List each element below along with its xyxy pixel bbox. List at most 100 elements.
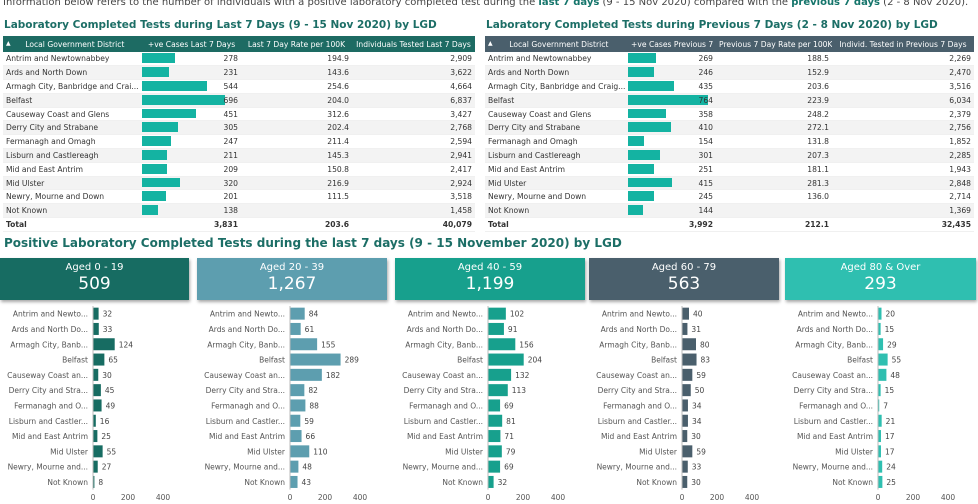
bar[interactable]	[290, 475, 298, 488]
table-row[interactable]: Fermanagh and Omagh 154 131.8 1,852	[485, 134, 974, 150]
table-row[interactable]: Mid Ulster 415 281.3 2,848	[485, 176, 974, 191]
bar[interactable]	[290, 460, 299, 473]
table-row[interactable]: Newry, Mourne and Down 201 111.5 3,518	[3, 189, 475, 205]
bar[interactable]	[488, 445, 502, 458]
bar[interactable]	[488, 353, 524, 366]
column-header[interactable]: ▲ Local Government District	[485, 36, 628, 52]
bar[interactable]	[682, 384, 691, 397]
table-row[interactable]: Lisburn and Castlereagh 301 207.3 2,285	[485, 148, 974, 163]
table-row[interactable]: Derry City and Strabane 410 272.1 2,756	[485, 120, 974, 136]
table-row[interactable]: Not Known 138 1,458	[3, 203, 475, 219]
bar[interactable]	[93, 353, 105, 366]
table-row[interactable]: Causeway Coast and Glens 451 312.6 3,427	[3, 107, 475, 122]
bar[interactable]	[488, 414, 503, 427]
bar[interactable]	[290, 445, 310, 458]
bar[interactable]	[488, 368, 512, 381]
age-card[interactable]: Aged 60 - 79 563	[589, 258, 779, 300]
bar[interactable]	[290, 399, 306, 412]
category-label: Armagh City, Banb...	[207, 340, 285, 349]
table-row[interactable]: Fermanagh and Omagh 247 211.4 2,594	[3, 134, 475, 150]
cases-bar-cell: 201	[142, 189, 241, 205]
bar[interactable]	[682, 445, 693, 458]
bar[interactable]	[682, 353, 697, 366]
bar[interactable]	[290, 384, 305, 397]
table-row[interactable]: Not Known 144 1,369	[485, 203, 974, 219]
bar[interactable]	[290, 414, 301, 427]
bar[interactable]	[682, 475, 688, 488]
age-card[interactable]: Aged 0 - 19 509	[0, 258, 189, 300]
bar[interactable]	[682, 430, 688, 443]
age-card[interactable]: Aged 40 - 59 1,199	[395, 258, 585, 300]
column-header[interactable]: Individuals Tested Last 7 Days	[352, 36, 475, 52]
table-row[interactable]: Mid Ulster 320 216.9 2,924	[3, 176, 475, 191]
bar-value-label: 124	[119, 340, 134, 349]
bar-value-label: 30	[102, 371, 112, 380]
bar[interactable]	[93, 307, 99, 320]
bar[interactable]	[290, 353, 341, 366]
bar[interactable]	[488, 322, 504, 335]
bar[interactable]	[93, 384, 101, 397]
bar[interactable]	[682, 322, 688, 335]
table-row[interactable]: Belfast 696 204.0 6,837	[3, 93, 475, 108]
bar[interactable]	[93, 399, 102, 412]
bar[interactable]	[682, 338, 696, 351]
bar[interactable]	[488, 338, 516, 351]
bar[interactable]	[878, 368, 887, 381]
bar[interactable]	[93, 430, 98, 443]
table-row[interactable]: Antrim and Newtownabbey 269 188.5 2,269	[485, 52, 974, 67]
column-header[interactable]: +ve Cases Previous 7 Days	[628, 36, 716, 52]
bar[interactable]	[488, 307, 506, 320]
bar[interactable]	[682, 368, 693, 381]
value-cell	[716, 203, 832, 219]
bar[interactable]	[93, 338, 115, 351]
table-row[interactable]: Mid and East Antrim 209 150.8 2,417	[3, 162, 475, 177]
column-header[interactable]: +ve Cases Last 7 Days	[142, 36, 241, 52]
bar[interactable]	[488, 430, 501, 443]
bar[interactable]	[290, 338, 318, 351]
table-row[interactable]: Derry City and Strabane 305 202.4 2,768	[3, 120, 475, 136]
table-row[interactable]: Ards and North Down 246 152.9 2,470	[485, 65, 974, 81]
bar[interactable]	[93, 368, 99, 381]
age-card[interactable]: Aged 20 - 39 1,267	[197, 258, 387, 300]
column-header[interactable]: Individ. Tested in Previous 7 Days	[832, 36, 974, 52]
bar[interactable]	[878, 475, 883, 488]
table-row[interactable]: Causeway Coast and Glens 358 248.2 2,379	[485, 107, 974, 122]
column-header[interactable]: Previous 7 Day Rate per 100K	[716, 36, 832, 52]
value-cell: 281.3	[716, 176, 832, 191]
bar[interactable]	[878, 353, 888, 366]
sort-ascending-icon[interactable]: ▲	[488, 40, 493, 47]
bar[interactable]	[488, 399, 501, 412]
sort-ascending-icon[interactable]: ▲	[6, 40, 11, 47]
bar[interactable]	[290, 307, 305, 320]
table-row[interactable]: Antrim and Newtownabbey 278 194.9 2,909	[3, 52, 475, 67]
bar[interactable]	[488, 475, 494, 488]
bar[interactable]	[290, 322, 301, 335]
bar[interactable]	[878, 414, 882, 427]
bar[interactable]	[878, 338, 884, 351]
table-row[interactable]: Armagh City, Banbridge and Craig... 435 20…	[485, 79, 974, 94]
table-row[interactable]: Mid and East Antrim 251 181.1 1,943	[485, 162, 974, 177]
table-row[interactable]: Belfast 764 223.9 6,034	[485, 93, 974, 108]
bar[interactable]	[290, 368, 322, 381]
bar[interactable]	[682, 460, 688, 473]
column-header[interactable]: ▲ Local Government District	[3, 36, 142, 52]
bar[interactable]	[93, 322, 99, 335]
value-cell: 2,269	[832, 52, 974, 67]
table-row[interactable]: Newry, Mourne and Down 245 136.0 2,714	[485, 189, 974, 205]
bar[interactable]	[488, 460, 501, 473]
bar[interactable]	[488, 384, 508, 397]
table-row[interactable]: Lisburn and Castlereagh 211 145.3 2,941	[3, 148, 475, 163]
bar[interactable]	[682, 414, 688, 427]
bar-value-label: 88	[309, 401, 319, 410]
bar[interactable]	[290, 430, 302, 443]
bar[interactable]	[682, 307, 689, 320]
column-header[interactable]: Last 7 Day Rate per 100K	[241, 36, 352, 52]
bar[interactable]	[878, 307, 882, 320]
table-row[interactable]: Ards and North Down 231 143.6 3,622	[3, 65, 475, 81]
table-row[interactable]: Armagh City, Banbridge and Crai... 544 254…	[3, 79, 475, 94]
bar[interactable]	[682, 399, 688, 412]
age-card[interactable]: Aged 80 & Over 293	[785, 258, 976, 300]
bar[interactable]	[93, 445, 103, 458]
bar[interactable]	[878, 460, 883, 473]
bar[interactable]	[93, 460, 98, 473]
